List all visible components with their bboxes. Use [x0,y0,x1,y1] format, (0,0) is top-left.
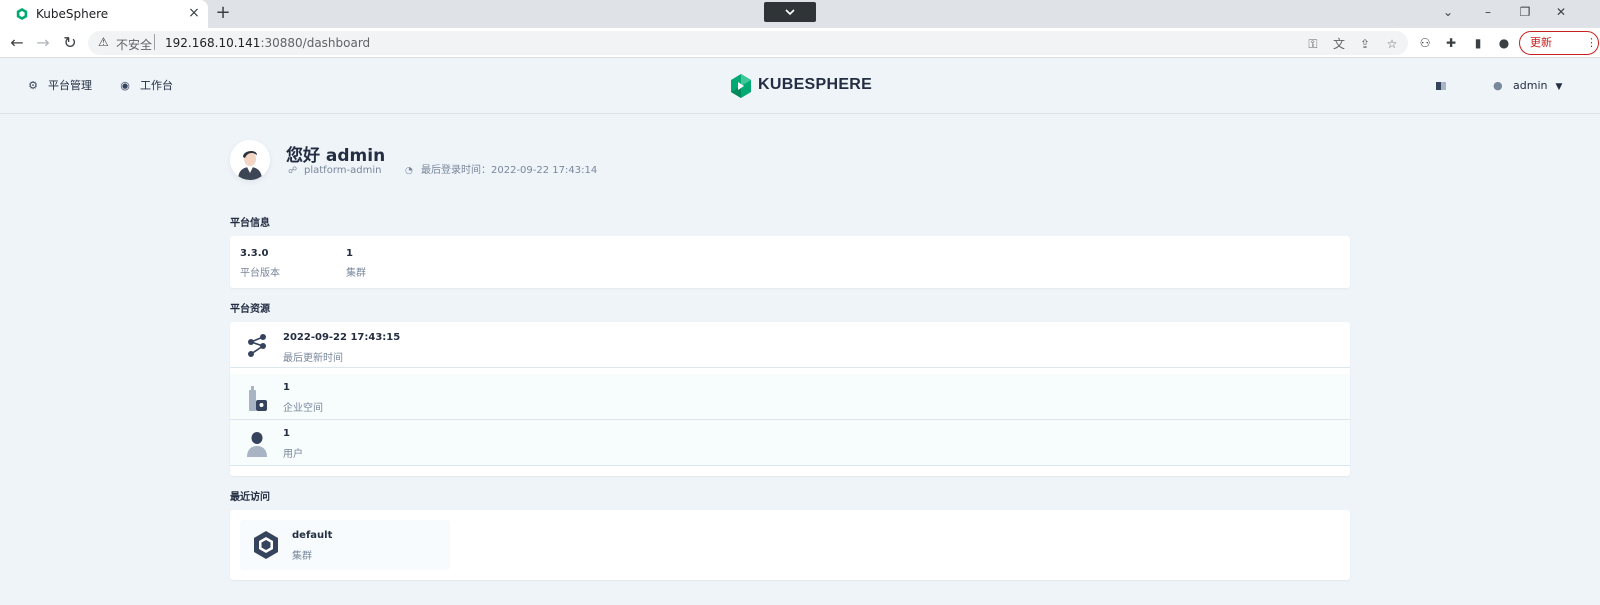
warning-icon: ⚠ [98,35,109,49]
role-icon: ☍ [288,166,298,176]
user-menu[interactable]: ● admin ▼ [1493,78,1562,95]
browser-toolbar: ← → ↻ ⚠ 不安全 192.168.10.141:30880/dashboa… [0,28,1600,58]
avatar-portrait-icon [230,140,270,180]
address-separator [154,34,155,50]
resource-value: 1 [283,428,290,439]
cluster-count-value: 1 [346,248,353,259]
nav-workbench[interactable]: ◉ 工作台 [118,78,173,94]
tab-search-button[interactable] [764,2,816,22]
row-divider [230,465,1350,466]
cluster-count-label: 集群 [346,268,366,279]
new-tab-button[interactable]: + [213,3,233,23]
resource-label: 最后更新时间 [283,353,343,364]
user-icon [247,432,267,457]
avatar [230,140,270,180]
update-label: 更新 [1530,36,1552,49]
resource-label: 企业空间 [283,403,323,414]
browser-tab[interactable]: KubeSphere × [0,0,208,28]
last-login-meta: ◔ 最后登录时间：2022-09-22 17:43:14 [405,165,597,177]
kubesphere-favicon-icon [16,8,28,20]
platform-resources-title: 平台资源 [230,304,270,315]
logo-text: KUBESPHERE [758,76,873,93]
kubesphere-logo-icon [731,74,751,98]
gear-icon: ⚙ [28,79,38,92]
more-menu-icon: ⋮ [1586,36,1597,49]
minimize-icon[interactable]: – [1478,4,1498,20]
nav-platform-management[interactable]: ⚙ 平台管理 [26,78,92,94]
app-header: ⚙ 平台管理 ◉ 工作台 KUBESPHERE ● admin ▼ [0,58,1600,114]
notification-toggle-icon[interactable] [1434,79,1448,93]
recent-access-card: default 集群 [230,510,1350,580]
address-bar[interactable]: ⚠ 不安全 192.168.10.141:30880/dashboard ⚿ 文… [88,31,1408,55]
caret-down-icon: ▼ [1555,82,1563,92]
url-path: :30880/dashboard [260,36,371,50]
last-login-text: 最后登录时间：2022-09-22 17:43:14 [421,165,598,176]
share-icon[interactable]: ⇪ [1357,36,1373,52]
tab-list-chevron-icon[interactable]: ⌄ [1438,4,1458,20]
tab-close-icon[interactable]: × [186,4,202,22]
workspace-icon [249,386,267,411]
cluster-cube-icon [254,531,278,559]
resource-label: 用户 [283,449,303,460]
platform-info-title: 平台信息 [230,218,270,229]
translate-icon[interactable]: 文 [1331,36,1347,52]
recent-access-title: 最近访问 [230,492,270,503]
share-nodes-icon [248,334,266,357]
resource-row-updated: 2022-09-22 17:43:15 最后更新时间 [230,322,1350,368]
restore-icon[interactable]: ❐ [1515,4,1535,20]
key-icon[interactable]: ⚿ [1305,36,1321,52]
forward-arrow-icon[interactable]: → [33,33,53,53]
bookmark-star-icon[interactable]: ☆ [1384,36,1400,52]
resource-value: 1 [283,382,290,393]
recent-item-cluster[interactable]: default 集群 [240,520,450,570]
chevron-down-icon [785,9,795,16]
back-arrow-icon[interactable]: ← [7,33,27,53]
role-text: platform-admin [304,165,382,176]
side-panel-icon[interactable]: ▮ [1470,35,1486,51]
tab-title: KubeSphere [36,7,109,21]
puzzle-extensions-icon[interactable]: ✚ [1443,35,1459,51]
platform-version-label: 平台版本 [240,268,280,279]
role-meta: ☍ platform-admin [288,165,381,177]
window-close-icon[interactable]: ✕ [1551,4,1571,20]
recent-item-label: 集群 [292,551,312,562]
greeting-title: 您好 admin [286,146,386,166]
platform-info-card: 3.3.0 平台版本 1 集群 [230,236,1350,288]
platform-resources-card: 2022-09-22 17:43:15 最后更新时间 1 企业空间 1 用户 [230,322,1350,476]
clock-icon: ◔ [405,166,413,176]
resource-row-workspaces[interactable]: 1 企业空间 [230,374,1350,420]
url-host: 192.168.10.141 [165,36,261,50]
workbench-icon: ◉ [120,79,130,92]
update-button[interactable]: 更新 ⋮ [1519,31,1599,55]
resource-row-users[interactable]: 1 用户 [230,420,1350,466]
extension-profile-icon[interactable]: ⚇ [1417,35,1433,51]
row-divider [230,367,1350,368]
resource-value: 2022-09-22 17:43:15 [283,332,401,343]
url-text[interactable]: 192.168.10.141:30880/dashboard [165,36,370,50]
recent-item-name: default [292,530,333,541]
user-name: admin [1513,79,1548,92]
nav-platform-label: 平台管理 [48,79,92,92]
security-label: 不安全 [116,38,153,52]
platform-version-value: 3.3.0 [240,248,269,259]
reload-icon[interactable]: ↻ [60,33,80,53]
browser-tab-strip: KubeSphere × + ⌄ – ❐ ✕ [0,0,1600,28]
nav-workbench-label: 工作台 [140,79,173,92]
profile-avatar-icon[interactable]: ● [1496,35,1512,51]
user-icon: ● [1493,79,1503,92]
